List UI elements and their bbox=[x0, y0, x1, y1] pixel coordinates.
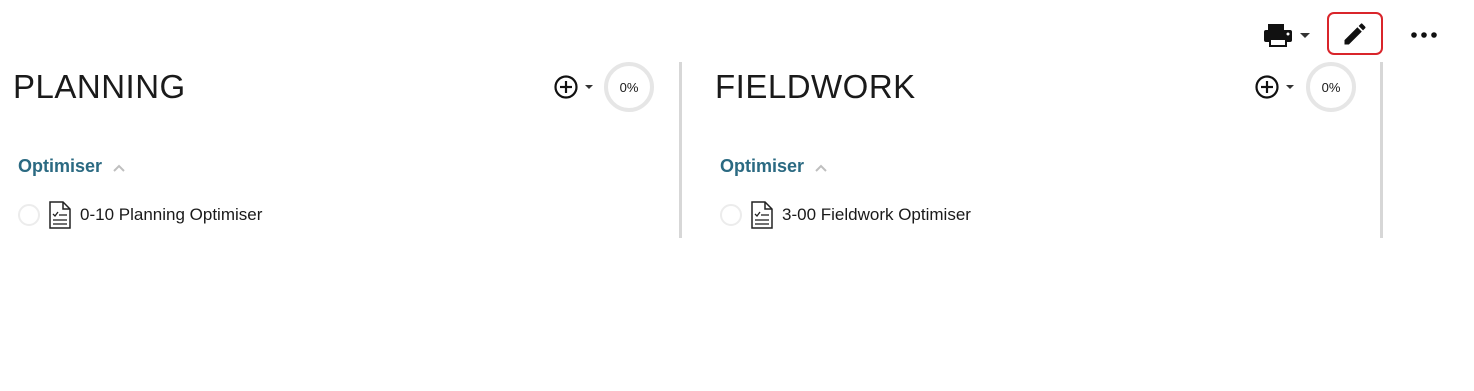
group-header-optimiser[interactable]: Optimiser bbox=[18, 156, 126, 177]
edit-button[interactable] bbox=[1327, 12, 1383, 55]
chevron-up-icon bbox=[113, 164, 125, 172]
add-item-button[interactable] bbox=[1254, 74, 1298, 100]
add-circle-icon bbox=[1255, 75, 1294, 99]
item-label: 3-00 Fieldwork Optimiser bbox=[782, 205, 971, 224]
column-divider bbox=[1380, 62, 1383, 238]
column-title: FIELDWORK bbox=[715, 68, 916, 105]
list-item[interactable]: 0-10 Planning Optimiser bbox=[18, 200, 262, 230]
progress-indicator: 0% bbox=[604, 62, 654, 112]
group-header-optimiser[interactable]: Optimiser bbox=[720, 156, 828, 177]
list-item[interactable]: 3-00 Fieldwork Optimiser bbox=[720, 200, 971, 230]
planning-column: PLANNING 0% Optimiser 0-10 Planning Opti… bbox=[0, 62, 681, 238]
checklist-document-icon bbox=[49, 201, 71, 229]
group-label: Optimiser bbox=[720, 156, 805, 176]
printer-icon bbox=[1264, 24, 1310, 47]
print-menu-button[interactable] bbox=[1262, 20, 1318, 50]
add-item-button[interactable] bbox=[553, 74, 597, 100]
more-options-button[interactable] bbox=[1408, 20, 1440, 50]
chevron-up-icon bbox=[815, 164, 827, 172]
more-horizontal-icon bbox=[1411, 32, 1437, 38]
progress-indicator: 0% bbox=[1306, 62, 1356, 112]
completion-checkbox[interactable] bbox=[18, 204, 40, 226]
pencil-icon bbox=[1344, 22, 1366, 44]
item-label: 0-10 Planning Optimiser bbox=[80, 205, 263, 224]
fieldwork-column: FIELDWORK 0% Optimiser 3-00 Fieldwork Op… bbox=[702, 62, 1383, 238]
add-circle-icon bbox=[554, 75, 593, 99]
top-toolbar bbox=[1254, 12, 1474, 56]
group-label: Optimiser bbox=[18, 156, 103, 176]
checklist-document-icon bbox=[751, 201, 773, 229]
column-divider bbox=[679, 62, 682, 238]
completion-checkbox[interactable] bbox=[720, 204, 742, 226]
column-title: PLANNING bbox=[13, 68, 186, 105]
